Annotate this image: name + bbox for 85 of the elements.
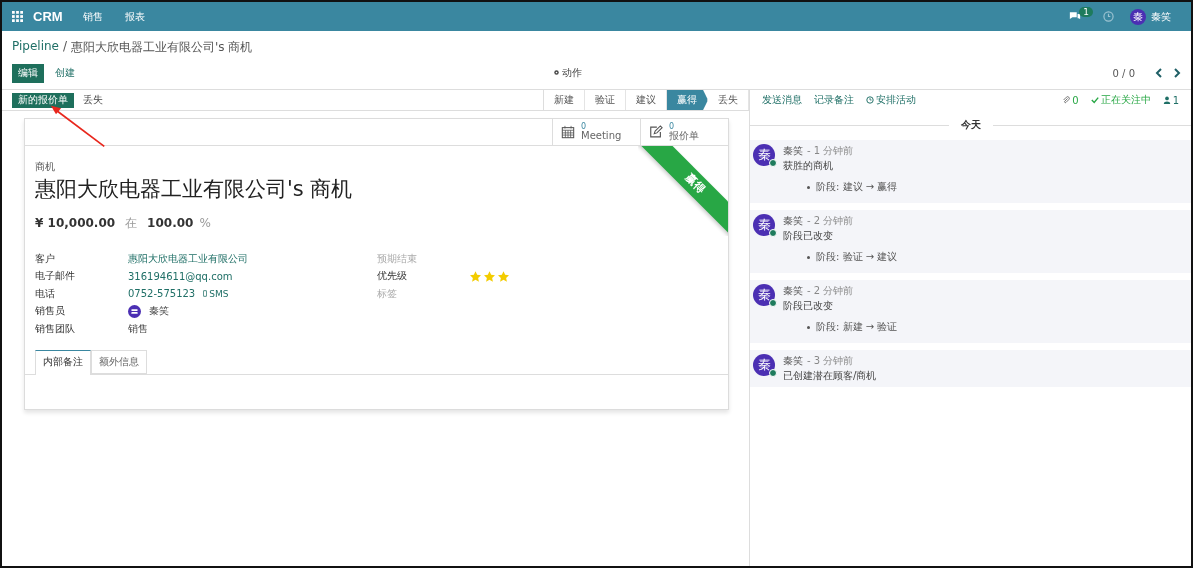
field-label: 优先级 [377,269,408,284]
message-author: 秦笑 [783,214,803,228]
sms-link[interactable]: SMS [203,288,229,299]
field-label: 标签 [377,286,398,301]
message-body: 阶段已改变 [783,299,834,313]
create-button[interactable]: 创建 [48,62,82,84]
edit-button[interactable]: 编辑 [12,63,44,83]
person-icon [1162,96,1171,104]
author-avatar: 秦 [753,144,775,166]
message-body: 获胜的商机 [783,159,834,173]
bullet-icon [807,325,810,329]
stage-step[interactable]: 赢得 [667,90,708,110]
apps-grid-icon[interactable] [12,11,23,22]
field-link[interactable]: 316194611@qq.com [128,270,233,282]
message-author: 秦笑 [783,144,803,158]
status-button[interactable]: 新的报价单 [12,92,74,108]
message-time: - 2 分钟前 [807,214,854,228]
chatter-action[interactable]: 发送消息 [756,93,808,107]
probability-value: 100.00 [147,216,194,230]
field-link[interactable]: 惠阳大欣电器工业有限公司 [128,251,248,266]
message-body: 已创建潜在顾客/商机 [783,369,877,383]
followers-button[interactable]: 1 [1156,94,1185,106]
status-button[interactable]: 丢失 [76,89,110,111]
user-avatar-icon [128,304,141,318]
phone-link[interactable]: 0752-575123 [128,288,196,300]
edit-icon [649,125,663,139]
message-author: 秦笑 [783,284,803,298]
tracking-change: 阶段: 验证 → 建议 [816,250,898,264]
at-label: 在 [125,215,138,232]
breadcrumb-link[interactable]: Pipeline [12,39,59,56]
action-menu-button[interactable]: 动作 [545,62,589,84]
stage-step[interactable]: 新建 [544,90,585,110]
record-type-label: 商机 [35,160,56,174]
field-value: 销售 [128,321,148,336]
menu-item[interactable]: 销售 [82,9,103,24]
message-count-badge: 1 [1079,6,1093,17]
field-label: 电子邮件 [35,269,76,284]
tracking-change: 阶段: 新建 → 验证 [816,320,898,334]
annotation-arrow [48,104,108,148]
percent-sign: % [199,216,211,230]
expected-revenue: ¥ 10,000.00 [35,216,116,230]
user-avatar[interactable]: 秦 [1130,8,1146,25]
message-time: - 2 分钟前 [807,284,854,298]
stage-step[interactable]: 验证 [585,90,626,110]
clock-icon [866,96,874,104]
field-label: 销售员 [35,304,66,319]
tracking-change: 阶段: 建议 → 赢得 [816,180,898,194]
bullet-icon [807,255,810,259]
field-label: 预期结束 [377,251,418,266]
field-label: 客户 [35,251,56,266]
chat-icon[interactable] [1069,11,1082,22]
breadcrumb-current: 惠阳大欣电器工业有限公司's 商机 [71,39,253,56]
author-avatar: 秦 [753,214,775,236]
app-name[interactable]: CRM [33,9,63,24]
stat-button[interactable]: 0 报价单 [640,119,728,145]
field-label: 销售团队 [35,321,76,336]
pager-counter: 0 / 0 [1112,67,1135,79]
previous-icon[interactable] [1155,68,1163,78]
record-title: 惠阳大欣电器工业有限公司's 商机 [35,176,353,203]
message-body: 阶段已改变 [783,229,834,243]
stage-step[interactable]: 丢失 [708,90,749,110]
user-name[interactable]: 秦笑 [1151,9,1171,24]
field-label: 电话 [35,286,56,301]
following-button[interactable]: 正在关注中 [1084,93,1157,107]
notebook-tab[interactable]: 内部备注 [35,349,91,375]
field-value: 秦笑 [149,304,169,319]
author-avatar: 秦 [753,284,775,306]
message-time: - 1 分钟前 [807,144,854,158]
stat-button[interactable]: 0 Meeting [552,119,640,145]
bullet-icon [807,185,810,189]
notebook-tab[interactable]: 额外信息 [91,349,147,374]
chatter-action[interactable]: 安排活动 [860,93,922,107]
next-icon[interactable] [1173,68,1181,78]
date-separator: 今天 [959,118,982,132]
message-author: 秦笑 [783,354,803,368]
paperclip-icon [1062,96,1071,104]
breadcrumb-separator: / [62,39,67,55]
author-avatar: 秦 [753,354,775,376]
menu-item[interactable]: 报表 [124,9,145,24]
message-time: - 3 分钟前 [807,354,854,368]
attachments-button[interactable]: 0 [1056,94,1085,106]
priority-stars[interactable] [470,270,509,282]
chatter-action[interactable]: 记录备注 [808,93,860,107]
calendar-icon [561,125,575,139]
check-icon [1090,96,1099,104]
